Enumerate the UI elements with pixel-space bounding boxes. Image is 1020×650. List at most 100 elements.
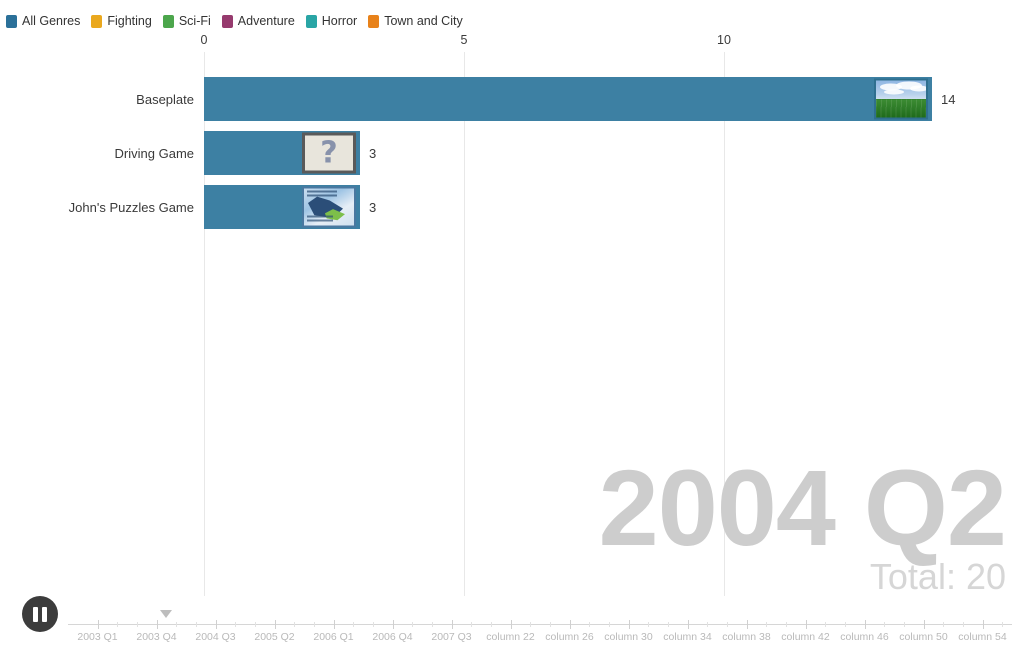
unknown-placeholder-thumbnail: ? [302,132,356,174]
bar-chart-race-app: All Genres Fighting Sci-Fi Adventure Horror T… [0,0,1020,650]
timeline-tick [805,620,807,629]
timeline-tick [215,620,217,629]
legend-swatch-icon [91,14,103,28]
legend-item-label: Adventure [237,13,295,28]
plot-area: 0 5 10 Baseplate 14 Driving Game? 3 John's Puz… [0,34,1020,599]
bar-value-label: 3 [369,145,377,161]
timeline-minor-tick [412,622,414,627]
pause-icon-bar-left [33,606,38,622]
x-axis-tick-label: 5 [460,33,468,47]
timeline-label: 2004 Q3 [195,631,236,643]
timeline-label: column 38 [722,631,771,643]
timeline-label: 2005 Q2 [254,631,295,643]
bar-list: Baseplate 14 Driving Game? 3 John's Puzzles … [0,52,1020,596]
bar[interactable] [204,77,932,121]
timeline-minor-tick [785,622,787,627]
cloud-shape [910,85,926,92]
scene-shape [307,190,337,199]
timeline-minor-tick [943,622,945,627]
grass-ground [876,99,926,118]
timeline-tick [451,620,453,629]
bar-category-label: Baseplate [136,91,194,107]
timeline-tick [923,620,925,629]
bar[interactable] [204,185,360,229]
timeline-minor-tick [608,622,610,627]
timeline-minor-tick [136,622,138,627]
blue-scene-thumbnail [302,186,356,228]
legend-item[interactable]: Horror [305,13,358,28]
timeline-minor-tick [471,622,473,627]
legend-swatch-icon [368,14,380,28]
timeline-label: column 54 [958,631,1007,643]
timeline-tick [274,620,276,629]
legend-item[interactable]: All Genres [6,14,80,28]
timeline-tick [97,620,99,629]
timeline-minor-tick [1002,622,1004,627]
bar-row[interactable]: Baseplate 14 [0,77,1020,121]
legend-item[interactable]: Adventure [221,13,295,28]
legend-item[interactable]: Town and City [368,14,463,28]
legend: All Genres Fighting Sci-Fi Adventure Horror T… [6,12,474,30]
timeline-minor-tick [372,622,374,627]
timeline-minor-tick [117,622,119,627]
timeline-axis [68,624,1012,625]
timeline-label: column 26 [545,631,594,643]
timeline-tick [392,620,394,629]
legend-item-label: Horror [321,13,358,28]
timeline-minor-tick [313,622,315,627]
pause-icon-bar-right [42,606,47,622]
timeline-label: 2007 Q3 [431,631,472,643]
timeline-tick [982,620,984,629]
legend-swatch-icon [305,14,317,28]
x-axis-tick-label: 10 [717,33,731,47]
playback-controls: 2003 Q1 2003 Q4 2004 Q3 2005 Q2 2006 Q1 2006 … [0,594,1020,650]
timeline-minor-tick [294,622,296,627]
bar-row[interactable]: John's Puzzles Game 3 [0,185,1020,229]
timeline-minor-tick [667,622,669,627]
bar-value-label: 14 [941,91,956,107]
legend-swatch-icon [6,14,17,28]
cloud-shape [884,89,904,95]
legend-swatch-icon [162,14,174,28]
timeline-tick [569,620,571,629]
timeline-minor-tick [431,622,433,627]
legend-item[interactable]: Sci-Fi [162,13,211,28]
timeline-label: column 50 [899,631,948,643]
x-axis-tick-label: 0 [200,33,208,47]
timeline-minor-tick [844,622,846,627]
timeline-tick [333,620,335,629]
legend-swatch-icon [221,14,233,28]
timeline-label: column 30 [604,631,653,643]
timeline-tick [864,620,866,629]
timeline-minor-tick [707,622,709,627]
bar[interactable]: ? [204,131,360,175]
timeline-tick [510,620,512,629]
scene-shape [307,215,333,223]
timeline-playhead[interactable] [160,610,173,618]
timeline-minor-tick [235,622,237,627]
bar-row[interactable]: Driving Game? 3 [0,131,1020,175]
x-axis-tick-labels: 0 5 10 [0,34,1020,52]
timeline-label: 2006 Q4 [372,631,413,643]
timeline-minor-tick [726,622,728,627]
timeline-minor-tick [903,622,905,627]
timeline-slider[interactable]: 2003 Q1 2003 Q4 2004 Q3 2005 Q2 2006 Q1 2006 … [68,610,1012,650]
timeline-label: column 46 [840,631,889,643]
timeline-minor-tick [884,622,886,627]
timeline-minor-tick [176,622,178,627]
timeline-label: 2006 Q1 [313,631,354,643]
timeline-minor-tick [490,622,492,627]
timeline-minor-tick [962,622,964,627]
timeline-label: column 42 [781,631,830,643]
timeline-label: 2003 Q1 [77,631,118,643]
question-mark-icon: ? [302,132,356,174]
timeline-minor-tick [648,622,650,627]
legend-item-label: Sci-Fi [178,13,211,28]
timeline-minor-tick [195,622,197,627]
timeline-tick [687,620,689,629]
timeline-minor-tick [530,622,532,627]
timeline-tick [156,620,158,629]
timeline-minor-tick [825,622,827,627]
pause-button[interactable] [22,596,58,632]
legend-item[interactable]: Fighting [91,14,152,28]
